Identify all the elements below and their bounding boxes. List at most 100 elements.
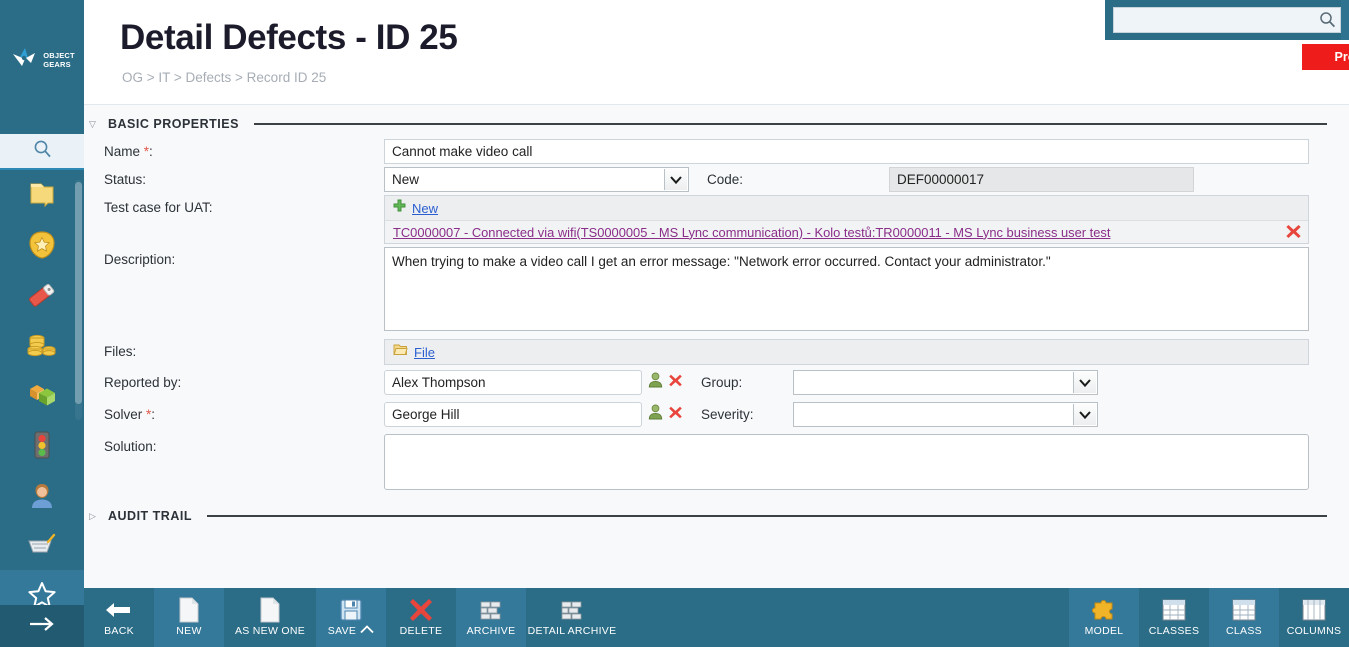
files-add-row[interactable]: File — [385, 340, 1308, 364]
toolbar-detail-archive-button[interactable]: DETAIL ARCHIVE — [526, 588, 618, 647]
sidebar-item-badge[interactable] — [0, 220, 84, 270]
label-test-case: Test case for UAT: — [104, 200, 213, 215]
global-search — [1113, 7, 1341, 33]
status-select[interactable]: New — [384, 167, 689, 192]
toolbar-new-button[interactable]: NEW — [154, 588, 224, 647]
test-case-add-row[interactable]: New — [385, 196, 1308, 220]
chevron-down-icon — [1073, 372, 1096, 393]
label-solution: Solution: — [104, 439, 157, 454]
help-button[interactable]: ? — [1341, 0, 1349, 40]
breadcrumb: OG > IT > Defects > Record ID 25 — [122, 70, 327, 85]
section-title: AUDIT TRAIL — [108, 509, 192, 523]
sidebar-item-basket[interactable] — [0, 520, 84, 570]
chevron-up-icon[interactable] — [360, 625, 374, 637]
label-severity: Severity: — [701, 407, 754, 422]
archive-icon — [478, 595, 504, 625]
description-textarea[interactable] — [384, 247, 1309, 331]
test-case-link[interactable]: TC0000007 - Connected via wifi(TS0000005… — [393, 225, 1110, 240]
table-grid-icon — [1232, 595, 1256, 625]
form-content: ▽ BASIC PROPERTIES Name *: Status: New — [84, 104, 1349, 588]
reported-by-input[interactable] — [384, 370, 642, 395]
name-input[interactable] — [384, 139, 1309, 164]
pick-user-icon[interactable] — [648, 404, 663, 425]
form-row-status: Status: New Code: — [84, 167, 1349, 193]
section-divider — [253, 123, 1327, 125]
label-reported-by: Reported by: — [104, 375, 182, 390]
files-panel: File — [384, 339, 1309, 365]
chevron-down-icon[interactable]: ▽ — [89, 119, 101, 130]
environment-badge[interactable]: Production — [1302, 44, 1349, 70]
search-icon — [33, 139, 52, 163]
form-row-description: Description: — [84, 247, 1349, 336]
toolbar-archive-button[interactable]: ARCHIVE — [456, 588, 526, 647]
form-row-solution: Solution: — [84, 434, 1349, 495]
left-sidebar: OBJECT GEARS — [0, 0, 84, 647]
clear-x-icon[interactable] — [668, 373, 683, 393]
search-input[interactable] — [1113, 7, 1341, 33]
chevron-right-icon[interactable]: ▷ — [89, 511, 101, 522]
toolbar-label: ARCHIVE — [466, 625, 516, 637]
back-arrow-icon — [105, 595, 133, 625]
plus-icon — [393, 199, 406, 217]
columns-grid-icon — [1302, 595, 1326, 625]
solution-textarea[interactable] — [384, 434, 1309, 490]
section-header-basic-properties[interactable]: ▽ BASIC PROPERTIES — [89, 117, 1349, 131]
toolbar-save-button[interactable]: SAVE — [316, 588, 386, 647]
folder-icon — [27, 181, 57, 209]
section-header-audit-trail[interactable]: ▷ AUDIT TRAIL — [89, 509, 1349, 523]
toolbar-label: DELETE — [399, 625, 443, 637]
label-solver: Solver *: — [104, 407, 156, 422]
basket-icon — [26, 532, 58, 558]
clear-x-icon[interactable] — [668, 405, 683, 425]
chevron-down-icon — [1073, 404, 1096, 425]
toolbar-classes-button[interactable]: CLASSES — [1139, 588, 1209, 647]
sidebar-item-tag[interactable] — [0, 270, 84, 320]
sidebar-item-folder[interactable] — [0, 170, 84, 220]
brand-logo[interactable]: OBJECT GEARS — [0, 0, 84, 120]
detail-archive-icon — [559, 595, 585, 625]
toolbar-class-button[interactable]: CLASS — [1209, 588, 1279, 647]
section-divider — [206, 515, 1327, 517]
label-code: Code: — [707, 172, 744, 187]
sidebar-scrollbar-thumb[interactable] — [75, 182, 82, 404]
puzzle-piece-icon — [1091, 595, 1117, 625]
toolbar-label: BACK — [104, 625, 134, 637]
sidebar-item-favorites[interactable] — [0, 570, 84, 607]
test-case-item-row: TC0000007 - Connected via wifi(TS0000005… — [385, 220, 1308, 243]
files-add-link[interactable]: File — [414, 345, 435, 360]
arrow-right-icon — [27, 614, 57, 639]
section-title: BASIC PROPERTIES — [108, 117, 239, 131]
form-row-files: Files: File — [84, 339, 1349, 365]
toolbar-back-button[interactable]: BACK — [84, 588, 154, 647]
bottom-toolbar: BACK NEW AS NEW ONE SAVE DELETE ARCHIVE … — [84, 588, 1349, 647]
sidebar-item-traffic-light[interactable] — [0, 420, 84, 470]
sidebar-item-coins[interactable] — [0, 320, 84, 370]
status-value: New — [392, 172, 420, 187]
required-marker: * — [140, 144, 150, 159]
label-group: Group: — [701, 375, 743, 390]
toolbar-columns-button[interactable]: COLUMNS — [1279, 588, 1349, 647]
pick-user-icon[interactable] — [648, 372, 663, 393]
group-select[interactable] — [793, 370, 1098, 395]
sidebar-nav-list — [0, 170, 84, 607]
toolbar-delete-button[interactable]: DELETE — [386, 588, 456, 647]
form-row-reported-by: Reported by: Alex Thompson Group: — [84, 370, 1349, 396]
test-case-add-link[interactable]: New — [412, 201, 438, 216]
sidebar-item-person[interactable] — [0, 470, 84, 520]
sidebar-search-button[interactable] — [0, 134, 84, 170]
toolbar-as-new-one-button[interactable]: AS NEW ONE — [224, 588, 316, 647]
label-status: Status: — [104, 172, 147, 187]
severity-select[interactable] — [793, 402, 1098, 427]
test-case-panel: New TC0000007 - Connected via wifi(TS000… — [384, 195, 1309, 244]
remove-x-icon[interactable] — [1285, 223, 1302, 245]
toolbar-model-button[interactable]: MODEL — [1069, 588, 1139, 647]
chevron-down-icon — [664, 169, 687, 190]
toolbar-label: COLUMNS — [1286, 625, 1342, 637]
new-document-icon — [178, 595, 200, 625]
sidebar-expand-button[interactable] — [0, 605, 84, 647]
boxes-icon — [26, 381, 58, 409]
toolbar-label-wrap: SAVE — [328, 625, 374, 637]
brand-name: OBJECT GEARS — [43, 51, 75, 69]
solver-input[interactable] — [384, 402, 642, 427]
sidebar-item-boxes[interactable] — [0, 370, 84, 420]
